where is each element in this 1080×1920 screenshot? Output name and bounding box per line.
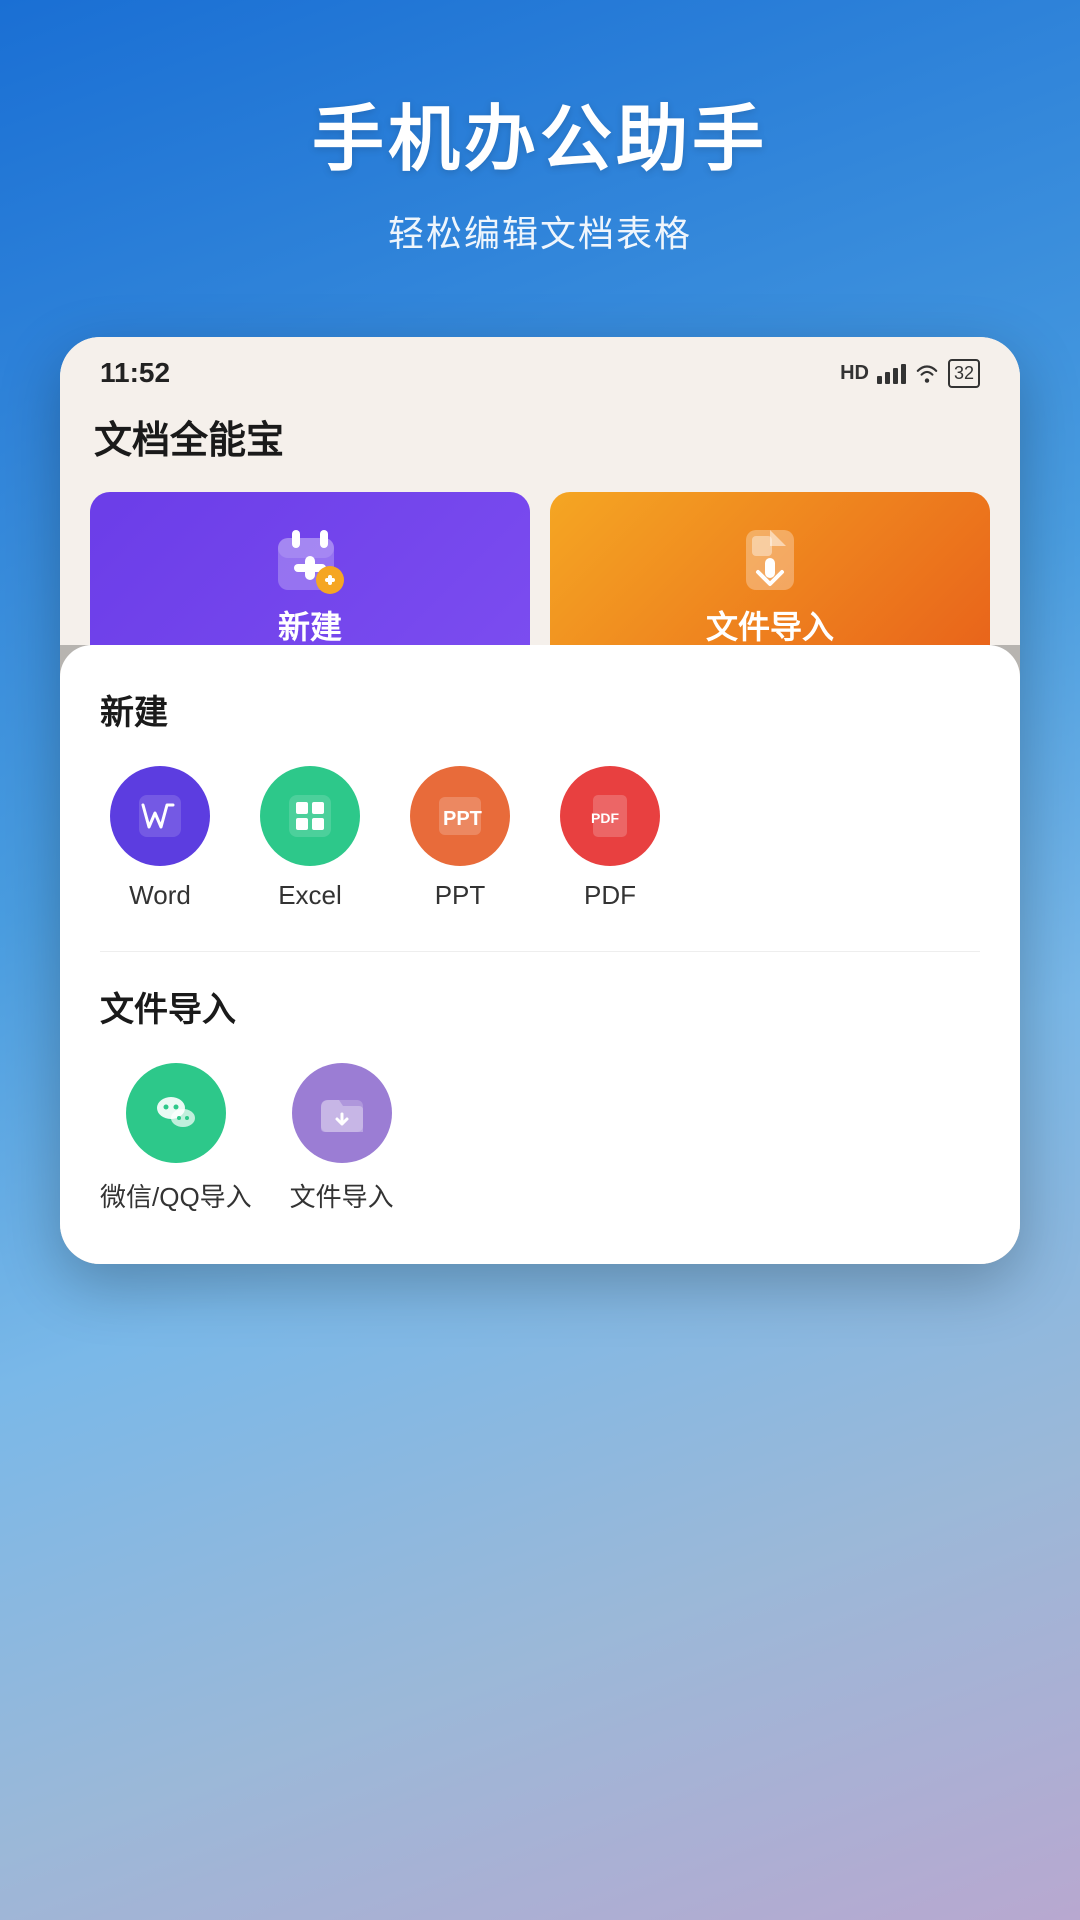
popup-new-section: 新建 Word: [100, 685, 980, 911]
popup-divider: [100, 951, 980, 952]
battery-level: 32: [954, 363, 974, 384]
popup-card: 新建 Word: [60, 645, 1020, 1264]
popup-file-import-label: 文件导入: [290, 1177, 394, 1214]
popup-pdf-item[interactable]: PDF PDF: [550, 766, 670, 911]
popup-import-row: 微信/QQ导入 文件导入: [100, 1063, 980, 1214]
new-icon: [270, 522, 350, 602]
header-subtitle: 轻松编辑文档表格: [40, 205, 1040, 257]
app-title: 文档全能宝: [90, 409, 990, 464]
popup-new-title: 新建: [100, 685, 980, 734]
popup-ppt-label: PPT: [435, 880, 486, 911]
popup-wechat-label: 微信/QQ导入: [100, 1177, 252, 1214]
status-bar: 11:52 HD 32: [60, 337, 1020, 399]
popup-wechat-item[interactable]: 微信/QQ导入: [100, 1063, 252, 1214]
header: 手机办公助手 轻松编辑文档表格: [0, 0, 1080, 297]
svg-text:PDF: PDF: [591, 810, 619, 826]
status-time: 11:52: [100, 357, 170, 389]
popup-overlay: 新建 Word: [60, 645, 1020, 1264]
popup-pdf-icon: PDF: [560, 766, 660, 866]
popup-new-row: Word: [100, 766, 980, 911]
popup-import-section: 文件导入: [100, 982, 980, 1214]
status-icons: HD 32: [840, 359, 980, 388]
import-label: 文件导入: [706, 602, 834, 648]
popup-word-label: Word: [129, 880, 191, 911]
popup-wechat-icon: [126, 1063, 226, 1163]
popup-ppt-icon: PPT: [410, 766, 510, 866]
popup-word-item[interactable]: Word: [100, 766, 220, 911]
popup-file-import-item[interactable]: 文件导入: [282, 1063, 402, 1214]
popup-excel-item[interactable]: Excel: [250, 766, 370, 911]
popup-excel-icon: [260, 766, 360, 866]
popup-import-title: 文件导入: [100, 982, 980, 1031]
battery-icon: 32: [948, 359, 980, 388]
svg-text:PPT: PPT: [443, 808, 482, 830]
phone-mockup: 11:52 HD 32 文档全能宝: [60, 337, 1020, 1264]
popup-ppt-item[interactable]: PPT PPT: [400, 766, 520, 911]
import-icon: [730, 522, 810, 602]
new-label: 新建: [278, 602, 342, 648]
popup-pdf-label: PDF: [584, 880, 636, 911]
hd-label: HD: [840, 362, 869, 385]
wifi-icon: [914, 363, 940, 383]
header-title: 手机办公助手: [40, 80, 1040, 185]
popup-word-icon: [110, 766, 210, 866]
signal-icon: [877, 362, 906, 384]
popup-file-import-icon: [292, 1063, 392, 1163]
popup-excel-label: Excel: [278, 880, 342, 911]
